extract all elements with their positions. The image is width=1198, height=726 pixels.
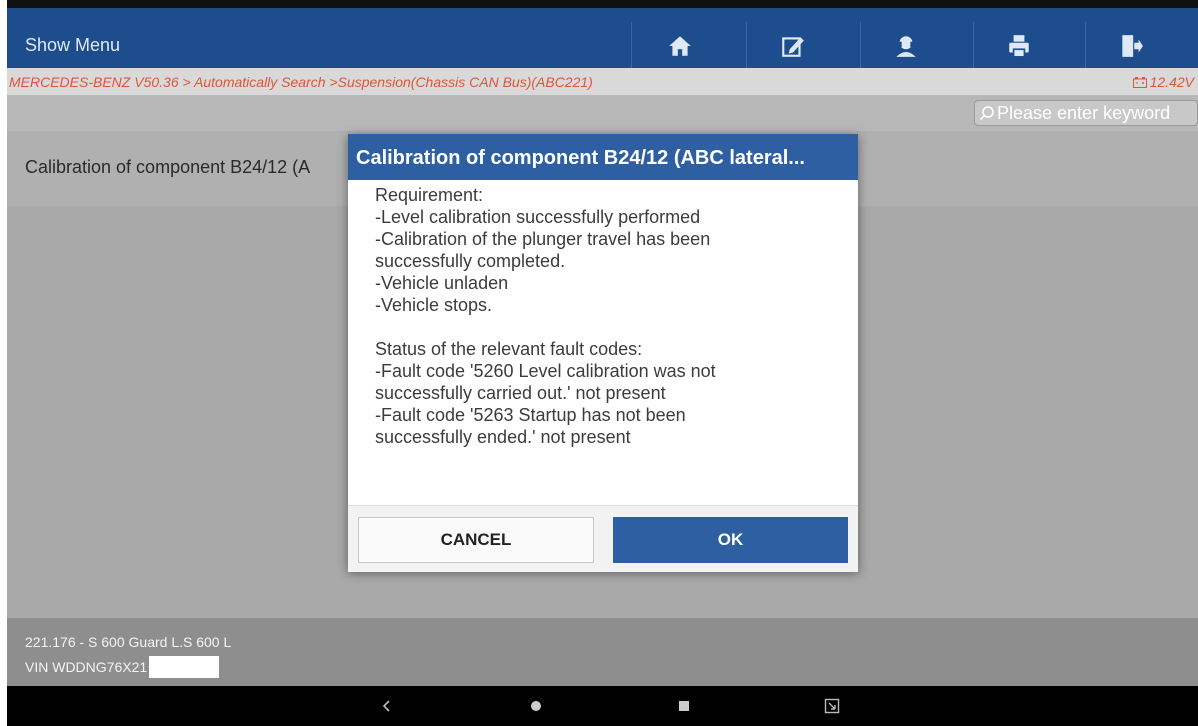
- exit-button[interactable]: [1101, 16, 1161, 76]
- android-nav-bar: [7, 686, 1198, 726]
- home-nav-button[interactable]: [516, 694, 556, 718]
- cancel-button[interactable]: CANCEL: [358, 517, 594, 563]
- toolbar-divider: [631, 22, 632, 70]
- support-button[interactable]: [876, 16, 936, 76]
- back-button[interactable]: [367, 694, 407, 718]
- status-bar: [7, 0, 1198, 8]
- calibration-dialog: Calibration of component B24/12 (ABC lat…: [348, 134, 858, 572]
- dialog-message: Requirement: -Level calibration successfu…: [375, 184, 845, 448]
- screenshot-button[interactable]: [812, 694, 852, 718]
- dialog-button-bar: CANCEL OK: [348, 505, 858, 572]
- support-icon: [896, 36, 916, 57]
- dialog-text-line: -Fault code '5263 Startup has not been: [375, 405, 686, 425]
- edit-icon: [782, 37, 804, 57]
- dialog-text-line: -Vehicle stops.: [375, 295, 493, 315]
- dialog-text-line: Requirement:: [375, 185, 484, 205]
- recents-button[interactable]: [664, 694, 704, 718]
- dialog-text-line: successfully ended.' not present: [375, 427, 631, 447]
- breadcrumb: MERCEDES-BENZ V50.36 > Automatically Sea…: [7, 68, 1198, 95]
- home-circle-icon: [531, 701, 541, 711]
- back-icon: [382, 700, 390, 712]
- search-row: Please enter keyword: [7, 95, 1198, 131]
- dialog-text-line: successfully completed.: [375, 251, 566, 271]
- app-screen: Show Menu MERCEDES-BENZ V50.36 > Automat…: [7, 0, 1198, 726]
- search-input[interactable]: Please enter keyword: [974, 100, 1198, 126]
- vehicle-info-footer: 221.176 - S 600 Guard L.S 600 L VIN WDDN…: [7, 618, 1198, 686]
- top-toolbar: Show Menu: [7, 8, 1198, 70]
- toolbar-divider: [860, 22, 861, 70]
- dialog-text-line: successfully carried out.' not present: [375, 383, 666, 403]
- vehicle-vin: VIN WDDNG76X21: [25, 656, 220, 678]
- toolbar-divider: [746, 22, 747, 70]
- battery-voltage: 12.42V: [1132, 74, 1194, 90]
- dialog-text-line: -Level calibration successfully performe…: [375, 207, 701, 227]
- edit-button[interactable]: [763, 16, 823, 76]
- dialog-text-line: -Fault code '5260 Level calibration was …: [375, 361, 716, 381]
- exit-icon: [1122, 35, 1143, 57]
- search-placeholder: Please enter keyword: [997, 102, 1171, 123]
- dialog-text-line: -Calibration of the plunger travel has b…: [375, 229, 711, 249]
- voltage-value: 12.42V: [1149, 74, 1194, 90]
- breadcrumb-path: MERCEDES-BENZ V50.36 > Automatically Sea…: [9, 74, 593, 90]
- dialog-text-line: -Vehicle unladen: [375, 273, 509, 293]
- home-icon: [669, 36, 691, 56]
- toolbar-divider: [1085, 22, 1086, 70]
- dialog-title: Calibration of component B24/12 (ABC lat…: [348, 134, 858, 180]
- dialog-text-line: Status of the relevant fault codes:: [375, 339, 643, 359]
- vehicle-model: 221.176 - S 600 Guard L.S 600 L: [25, 634, 232, 650]
- recents-square-icon: [679, 701, 689, 711]
- screenshot-icon: [824, 698, 840, 714]
- home-button[interactable]: [650, 16, 710, 76]
- list-item-label: Calibration of component B24/12 (A: [25, 157, 311, 177]
- vin-text: VIN WDDNG76X21: [25, 659, 148, 675]
- battery-icon: [1132, 76, 1147, 88]
- search-icon: [979, 106, 994, 121]
- vin-redaction: [149, 656, 220, 678]
- dialog-blank-line: [375, 316, 845, 338]
- toolbar-divider: [973, 22, 974, 70]
- print-button[interactable]: [989, 16, 1049, 76]
- print-icon: [1009, 35, 1029, 58]
- show-menu-button[interactable]: Show Menu: [25, 35, 120, 56]
- ok-button[interactable]: OK: [613, 517, 848, 563]
